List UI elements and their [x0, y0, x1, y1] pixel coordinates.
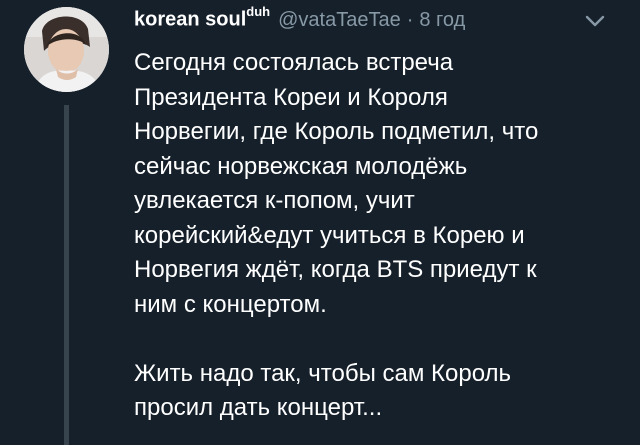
tweet-text-line: Президента Кореи и Короля: [134, 83, 448, 111]
tweet-text-line: Норвегия ждёт, когда BTS приедут к: [134, 256, 537, 283]
tweet-text-line: сейчас норвежская молодёжь: [134, 152, 468, 180]
tweet-text-line: ним с концертом.: [134, 290, 327, 318]
tweet-text-line: Сегодня состоялась встреча: [134, 49, 454, 76]
separator-dot: ·: [406, 8, 414, 31]
thread-line: [64, 105, 69, 445]
timestamp[interactable]: 8 год: [419, 9, 465, 32]
tweet-header: korean soulduh @vataTaeTae · 8 год: [134, 4, 465, 38]
avatar-photo: [24, 7, 109, 92]
display-name-superscript: duh: [246, 4, 271, 19]
tweet-text-line: корейский&едут учиться в Корею и: [134, 221, 525, 249]
tweet-text-line: просил дать концерт...: [134, 394, 383, 421]
tweet-text: Сегодня состоялась встреча Президента Ко…: [134, 46, 614, 426]
tweet-text-line: увлекается к-попом, учит: [134, 187, 415, 214]
display-name[interactable]: korean soulduh: [134, 4, 271, 32]
avatar[interactable]: [24, 7, 109, 92]
tweet[interactable]: korean soulduh @vataTaeTae · 8 год Сегод…: [0, 0, 640, 445]
chevron-down-icon[interactable]: [584, 14, 606, 28]
tweet-text-line: Жить надо так, чтобы сам Король: [134, 359, 512, 387]
tweet-text-line: Норвегии, где Король подметил, что: [134, 118, 539, 145]
user-handle[interactable]: @vataTaeTae: [278, 9, 401, 32]
